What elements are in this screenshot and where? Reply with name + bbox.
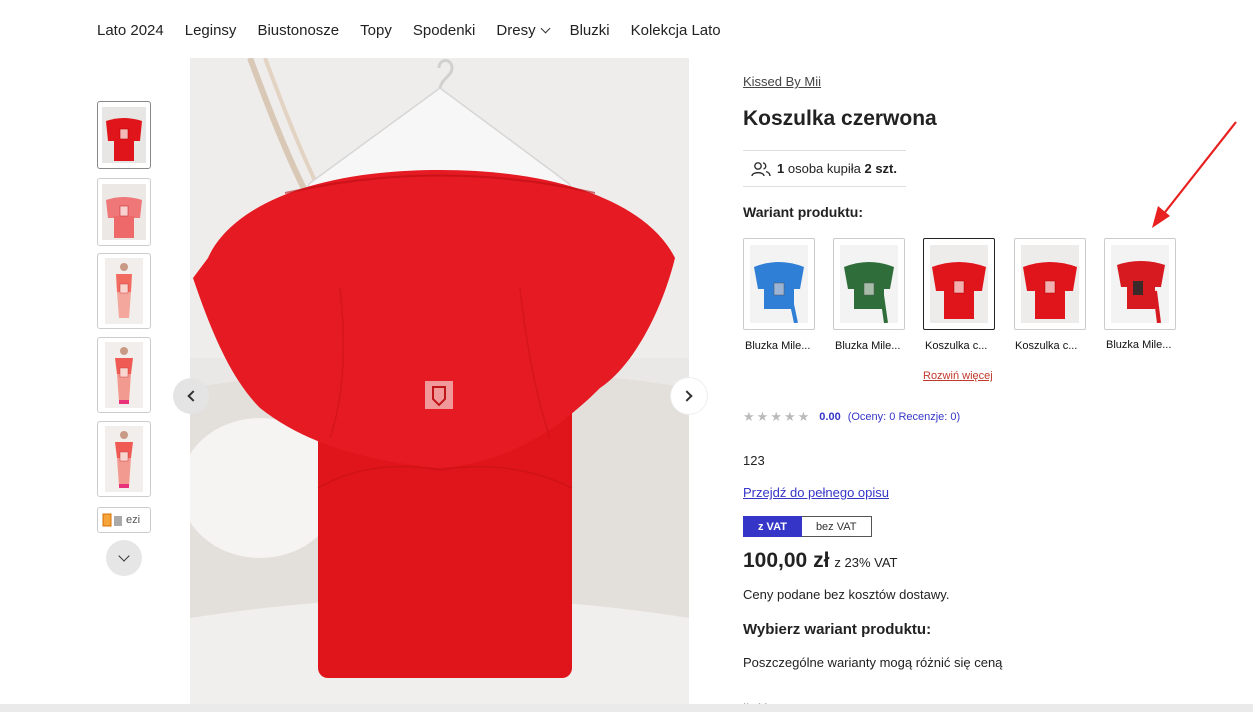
purchase-stats: 1 osoba kupiła 2 szt.: [743, 150, 906, 187]
thumbnails-scroll-down-button[interactable]: [106, 540, 142, 576]
rating-score: 0.00: [819, 411, 841, 423]
variants-price-note: Poszczególne warianty mogą różnić się ce…: [743, 655, 1003, 670]
nav-item-label: Lato 2024: [97, 22, 164, 39]
variant-option-1[interactable]: [743, 238, 815, 330]
price: 100,00 zł z 23% VAT: [743, 549, 898, 573]
price-vat-note: z 23% VAT: [834, 555, 898, 570]
nav-item-label: Kolekcja Lato: [630, 22, 721, 39]
rating: ★ ★ ★ ★ ★ 0.00 (Oceny: 0 Recenzje: 0): [743, 409, 960, 425]
star-icon[interactable]: ★: [798, 409, 810, 425]
thumbnail-3[interactable]: [97, 253, 151, 329]
nav-item-bluzki[interactable]: Bluzki: [570, 22, 610, 39]
rating-counts[interactable]: (Oceny: 0 Recenzje: 0): [848, 411, 961, 423]
thumbnail-image: [105, 342, 143, 408]
star-icon[interactable]: ★: [784, 409, 796, 425]
variant-option-5[interactable]: [1104, 238, 1176, 330]
variant-image: [1111, 245, 1169, 323]
chevron-right-icon: [681, 390, 693, 402]
nav-item-label: Biustonosze: [257, 22, 340, 39]
nav-item-label: Topy: [360, 22, 392, 39]
product-photo: [190, 58, 689, 706]
variant-option-4[interactable]: [1014, 238, 1086, 330]
thumbnail-image: [105, 426, 143, 492]
without-vat-button[interactable]: bez VAT: [801, 516, 872, 537]
variant-name-3: Koszulka c...: [925, 340, 988, 352]
chevron-left-icon: [187, 390, 199, 402]
purchase-item-count: 2 szt.: [864, 161, 897, 176]
nav-item-kolekcja-lato[interactable]: Kolekcja Lato: [631, 22, 721, 39]
nav-item-spodenki[interactable]: Spodenki: [413, 22, 476, 39]
nav-item-label: Dresy: [496, 22, 536, 39]
with-vat-button[interactable]: z VAT: [743, 516, 802, 537]
star-icon[interactable]: ★: [743, 409, 755, 425]
variant-name-4: Koszulka c...: [1015, 340, 1078, 352]
short-description: 123: [743, 453, 765, 468]
star-icon[interactable]: ★: [757, 409, 769, 425]
thumbnail-1[interactable]: [97, 101, 151, 169]
thumbnail-2[interactable]: [97, 178, 151, 246]
product-title: Koszulka czerwona: [743, 107, 937, 130]
chevron-down-icon: [540, 23, 551, 34]
thumbnail-image: [102, 513, 122, 527]
nav-item-dresy[interactable]: Dresy: [496, 22, 551, 39]
star-icon[interactable]: ★: [770, 409, 782, 425]
variant-name-2: Bluzka Mile...: [835, 340, 901, 352]
variant-image: [930, 245, 988, 323]
purchase-stats-text: 1 osoba kupiła 2 szt.: [777, 161, 897, 176]
users-icon: [751, 161, 771, 176]
choose-variant-heading: Wybierz wariant produktu:: [743, 621, 932, 638]
previous-image-button[interactable]: [173, 378, 209, 414]
thumbnail-4[interactable]: [97, 337, 151, 413]
nav-item-label: Spodenki: [412, 22, 476, 39]
purchase-stats-mid: osoba kupiła: [787, 161, 861, 176]
thumbnail-image: [102, 184, 146, 240]
nav-item-biustonosze[interactable]: Biustonosze: [257, 22, 339, 39]
variant-image: [1021, 245, 1079, 323]
vat-toggle: z VAT bez VAT: [743, 516, 872, 537]
nav-item-topy[interactable]: Topy: [360, 22, 392, 39]
thumbnail-image: [105, 258, 143, 324]
nav-item-label: Leginsy: [184, 22, 237, 39]
variant-option-2[interactable]: [833, 238, 905, 330]
expand-variants-link[interactable]: Rozwiń więcej: [923, 370, 993, 382]
full-description-link[interactable]: Przejdź do pełnego opisu: [743, 485, 889, 500]
main-nav: Lato 2024 Leginsy Biustonosze Topy Spode…: [97, 22, 742, 39]
variant-image: [840, 245, 898, 323]
variant-label: Wariant produktu:: [743, 204, 864, 220]
variant-name-5: Bluzka Mile...: [1106, 339, 1172, 351]
variant-image: [750, 245, 808, 323]
variant-name-1: Bluzka Mile...: [745, 340, 811, 352]
nav-item-lato-2024[interactable]: Lato 2024: [97, 22, 164, 39]
chevron-down-icon: [118, 550, 130, 562]
thumbnail-image: [102, 107, 146, 163]
bottom-scrollbar[interactable]: [0, 704, 1253, 712]
nav-item-label: Bluzki: [569, 22, 610, 39]
next-image-button[interactable]: [671, 378, 707, 414]
thumbnail-5[interactable]: [97, 421, 151, 497]
purchase-people-count: 1: [777, 161, 785, 176]
price-amount: 100,00 zł: [743, 549, 830, 572]
brand-link[interactable]: Kissed By Mii: [743, 74, 821, 89]
annotation-arrow-icon: [1152, 121, 1237, 228]
thumbnail-label: ezi: [126, 514, 141, 526]
main-product-image: [190, 58, 689, 706]
shipping-note: Ceny podane bez kosztów dostawy.: [743, 587, 950, 602]
nav-item-leginsy[interactable]: Leginsy: [185, 22, 237, 39]
variant-option-3[interactable]: [923, 238, 995, 330]
thumbnail-6[interactable]: ezi: [97, 507, 151, 533]
